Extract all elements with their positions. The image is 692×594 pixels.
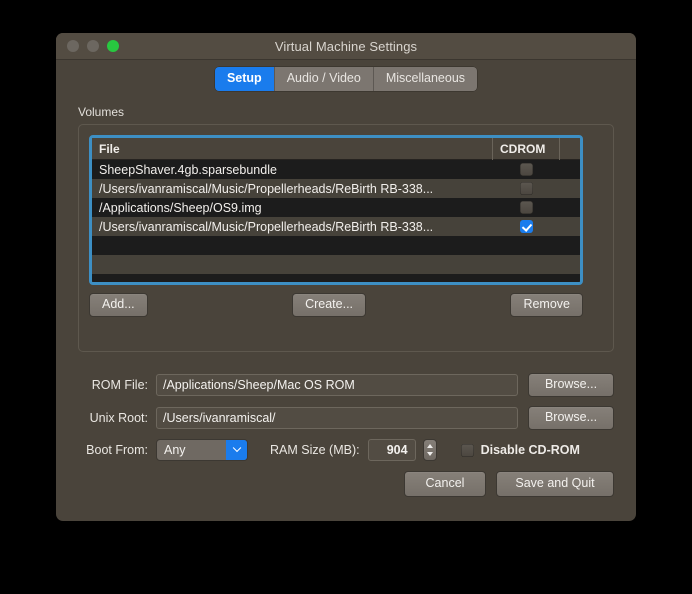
- table-row[interactable]: /Users/ivanramiscal/Music/Propellerheads…: [92, 179, 580, 198]
- table-row-empty[interactable]: [92, 236, 580, 255]
- dialog-footer: Cancel Save and Quit: [404, 471, 614, 497]
- volumes-group: Volumes File CDROM SheepShaver.4gb.spars…: [78, 105, 614, 352]
- ram-size-stepper[interactable]: [422, 439, 437, 461]
- tab-segmented-control: Setup Audio / Video Miscellaneous: [214, 67, 478, 91]
- boot-from-value: Any: [164, 443, 186, 457]
- stepper-up-icon[interactable]: [426, 444, 433, 448]
- rom-file-input[interactable]: /Applications/Sheep/Mac OS ROM: [156, 374, 518, 396]
- save-and-quit-button[interactable]: Save and Quit: [496, 471, 614, 497]
- ram-size-input[interactable]: 904: [367, 439, 416, 461]
- cdrom-checkbox[interactable]: [520, 201, 533, 214]
- cancel-button[interactable]: Cancel: [404, 471, 486, 497]
- cell-file: /Users/ivanramiscal/Music/Propellerheads…: [99, 219, 434, 234]
- cell-cdrom[interactable]: [493, 220, 560, 233]
- virtual-machine-settings-window: Virtual Machine Settings Setup Audio / V…: [56, 33, 636, 521]
- volume-actions: Add... Create... Remove: [89, 293, 583, 317]
- volumes-table[interactable]: File CDROM SheepShaver.4gb.sparsebundle …: [89, 135, 583, 285]
- add-button[interactable]: Add...: [89, 293, 148, 317]
- tab-bar: Setup Audio / Video Miscellaneous: [56, 60, 636, 98]
- volumes-table-header: File CDROM: [92, 138, 580, 160]
- cell-file: /Users/ivanramiscal/Music/Propellerheads…: [99, 181, 434, 196]
- minimize-button-icon[interactable]: [87, 40, 99, 52]
- disable-cdrom-label: Disable CD-ROM: [480, 443, 580, 457]
- tab-setup[interactable]: Setup: [214, 67, 275, 91]
- cell-file: /Applications/Sheep/OS9.img: [99, 200, 262, 215]
- unix-root-row: Unix Root: /Users/ivanramiscal/ Browse..…: [78, 406, 614, 430]
- boot-from-select[interactable]: Any: [156, 439, 248, 461]
- chevron-down-icon[interactable]: [226, 440, 247, 460]
- boot-from-label: Boot From:: [86, 443, 148, 457]
- disable-cdrom-checkbox-row[interactable]: Disable CD-ROM: [460, 443, 580, 457]
- ram-size-label: RAM Size (MB):: [270, 443, 360, 457]
- stepper-down-icon[interactable]: [426, 452, 433, 456]
- disable-cdrom-checkbox[interactable]: [460, 443, 474, 457]
- cell-cdrom[interactable]: [493, 163, 560, 176]
- volumes-group-label: Volumes: [78, 105, 125, 119]
- cdrom-checkbox[interactable]: [520, 220, 533, 233]
- zoom-button-icon[interactable]: [107, 40, 119, 52]
- table-row[interactable]: /Users/ivanramiscal/Music/Propellerheads…: [92, 217, 580, 236]
- table-row[interactable]: SheepShaver.4gb.sparsebundle: [92, 160, 580, 179]
- tab-audio-video[interactable]: Audio / Video: [274, 67, 374, 91]
- create-button[interactable]: Create...: [292, 293, 367, 317]
- cdrom-checkbox[interactable]: [520, 163, 533, 176]
- rom-file-row: ROM File: /Applications/Sheep/Mac OS ROM…: [78, 373, 614, 397]
- traffic-light-group: [67, 40, 119, 52]
- tab-miscellaneous[interactable]: Miscellaneous: [373, 67, 478, 91]
- table-row-empty[interactable]: [92, 274, 580, 282]
- table-row-empty[interactable]: [92, 255, 580, 274]
- column-header-spacer: [560, 138, 580, 160]
- column-header-cdrom[interactable]: CDROM: [493, 138, 560, 160]
- settings-form: ROM File: /Applications/Sheep/Mac OS ROM…: [78, 373, 614, 461]
- rom-file-label: ROM File:: [91, 378, 148, 392]
- cell-file: SheepShaver.4gb.sparsebundle: [99, 162, 277, 177]
- unix-root-label: Unix Root:: [89, 411, 148, 425]
- unix-root-input[interactable]: /Users/ivanramiscal/: [156, 407, 518, 429]
- cdrom-checkbox[interactable]: [520, 182, 533, 195]
- remove-button[interactable]: Remove: [510, 293, 583, 317]
- table-row[interactable]: /Applications/Sheep/OS9.img: [92, 198, 580, 217]
- column-header-file[interactable]: File: [92, 138, 493, 160]
- cell-cdrom[interactable]: [493, 201, 560, 214]
- boot-options-row: Boot From: Any RAM Size (MB): 904 Disabl…: [78, 439, 614, 461]
- window-title: Virtual Machine Settings: [274, 38, 418, 54]
- window-titlebar: Virtual Machine Settings: [56, 33, 636, 60]
- cell-cdrom[interactable]: [493, 182, 560, 195]
- close-button-icon[interactable]: [67, 40, 79, 52]
- volumes-group-box: File CDROM SheepShaver.4gb.sparsebundle …: [78, 124, 614, 352]
- unix-root-browse-button[interactable]: Browse...: [528, 406, 614, 430]
- rom-file-browse-button[interactable]: Browse...: [528, 373, 614, 397]
